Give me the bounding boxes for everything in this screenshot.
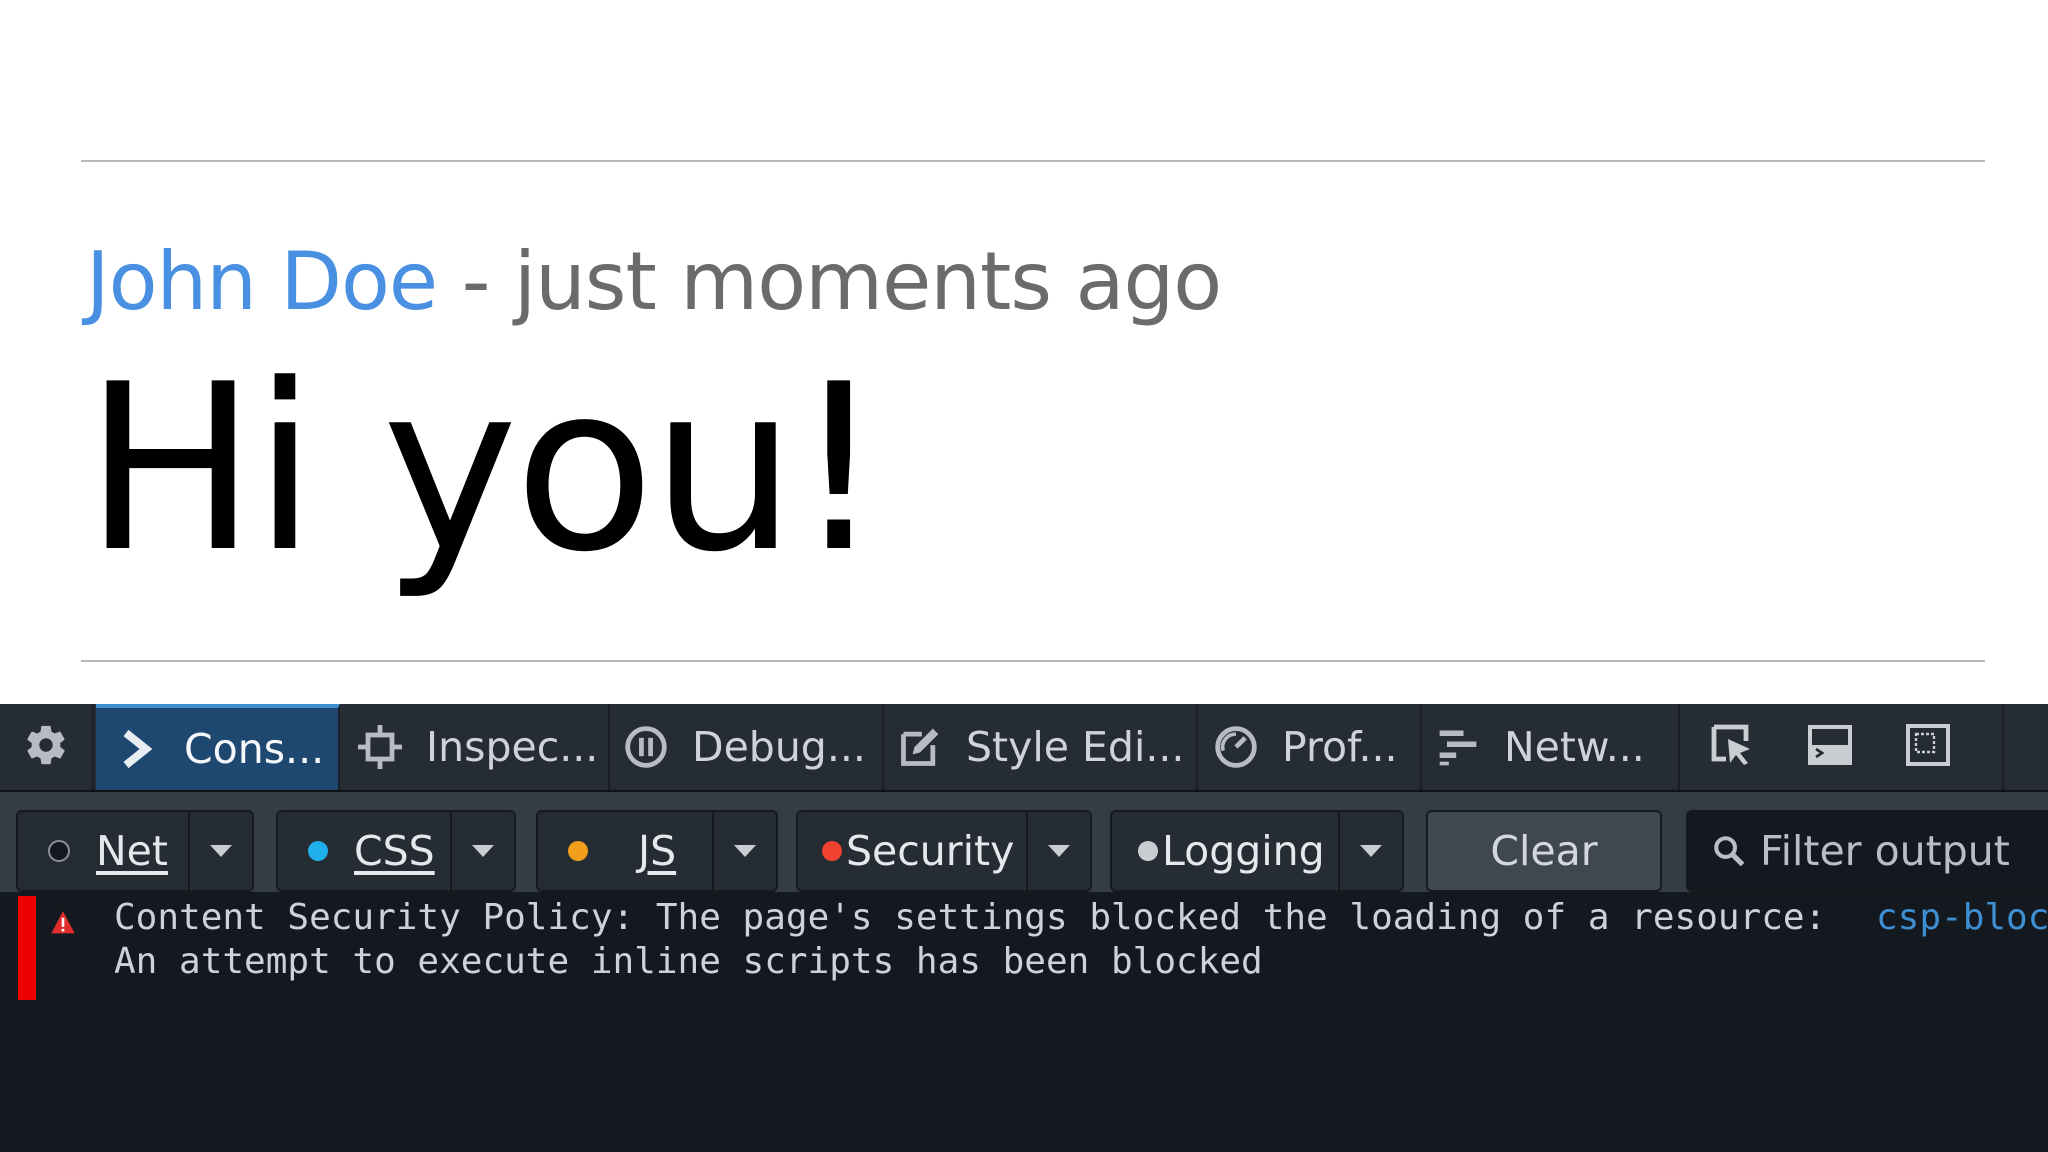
error-marker [18, 896, 36, 1000]
tab-inspector[interactable]: Inspec... [340, 704, 610, 790]
css-status-dot [308, 841, 328, 861]
logging-status-dot [1138, 841, 1158, 861]
style-editor-icon [898, 725, 942, 769]
devtools-panel: Cons... Inspec... Debug... Style Edi... [0, 704, 2048, 1152]
filter-logging-label: Logging [1162, 827, 1325, 875]
divider-bottom [81, 660, 1985, 662]
console-output: Content Security Policy: The page's sett… [0, 892, 2048, 1152]
tab-network-label: Netw... [1504, 723, 1645, 771]
chevron-down-icon [472, 845, 494, 857]
tab-style-editor-label: Style Edi... [966, 723, 1185, 771]
tab-profiler-label: Prof... [1282, 723, 1398, 771]
net-status-dot [48, 840, 70, 862]
filter-logging-dropdown[interactable] [1340, 810, 1402, 892]
divider-top [81, 160, 1985, 162]
pick-element-button[interactable] [1690, 704, 1774, 790]
filter-css-button[interactable]: CSS [276, 810, 516, 892]
toolbox-options-button[interactable] [0, 704, 94, 790]
filter-net-dropdown[interactable] [190, 810, 252, 892]
tab-profiler[interactable]: Prof... [1198, 704, 1422, 790]
tab-console[interactable]: Cons... [96, 704, 340, 790]
tab-style-editor[interactable]: Style Edi... [884, 704, 1198, 790]
console-filter-bar: Net CSS JS Security Logging Clear Filter… [0, 792, 2048, 892]
console-message-line: An attempt to execute inline scripts has… [114, 941, 1263, 982]
split-console-icon [1808, 725, 1852, 769]
filter-logging-button[interactable]: Logging [1110, 810, 1404, 892]
console-message-source-link[interactable]: csp-bloc [1876, 896, 2048, 940]
security-status-dot [822, 841, 842, 861]
filter-security-label: Security [846, 827, 1015, 875]
inspector-icon [358, 725, 402, 769]
console-message-text: Content Security Policy: The page's sett… [114, 896, 1854, 984]
tab-inspector-label: Inspec... [426, 723, 599, 771]
filter-js-button[interactable]: JS [536, 810, 778, 892]
split-console-button[interactable] [1788, 704, 1872, 790]
post-author[interactable]: John Doe [86, 235, 438, 328]
chevron-down-icon [734, 845, 756, 857]
warning-icon [50, 910, 76, 940]
console-message-line: Content Security Policy: The page's sett… [114, 897, 1827, 938]
debugger-icon [624, 725, 668, 769]
tab-debugger-label: Debug... [692, 723, 866, 771]
devtools-toolbar: Cons... Inspec... Debug... Style Edi... [0, 704, 2048, 792]
tab-network[interactable]: Netw... [1422, 704, 1680, 790]
network-icon [1436, 725, 1480, 769]
filter-js-dropdown[interactable] [714, 810, 776, 892]
filter-js-label: JS [638, 827, 677, 875]
chevron-down-icon [1360, 845, 1382, 857]
filter-css-label: CSS [354, 827, 435, 875]
profiler-icon [1214, 725, 1258, 769]
tab-console-label: Cons... [184, 725, 325, 773]
post-byline: John Doe - just moments ago [86, 232, 1223, 332]
filter-security-dropdown[interactable] [1028, 810, 1090, 892]
chevron-down-icon [210, 845, 232, 857]
gear-icon [23, 722, 69, 772]
toolbar-separator [2002, 704, 2004, 790]
filter-net-label: Net [96, 827, 168, 875]
pick-element-icon [1710, 723, 1754, 771]
post-timestamp: - just moments ago [437, 235, 1223, 328]
console-icon [116, 727, 160, 771]
tab-debugger[interactable]: Debug... [610, 704, 884, 790]
clear-button[interactable]: Clear [1426, 810, 1662, 892]
filter-security-button[interactable]: Security [796, 810, 1092, 892]
responsive-mode-icon [1906, 724, 1950, 770]
post-message: Hi you! [84, 336, 885, 603]
filter-css-dropdown[interactable] [452, 810, 514, 892]
search-icon [1712, 834, 1746, 868]
js-status-dot [568, 841, 588, 861]
responsive-mode-button[interactable] [1886, 704, 1970, 790]
chevron-down-icon [1048, 845, 1070, 857]
filter-output-field[interactable] [1686, 810, 2048, 892]
filter-net-button[interactable]: Net [16, 810, 254, 892]
filter-output-input[interactable] [1760, 827, 2048, 875]
